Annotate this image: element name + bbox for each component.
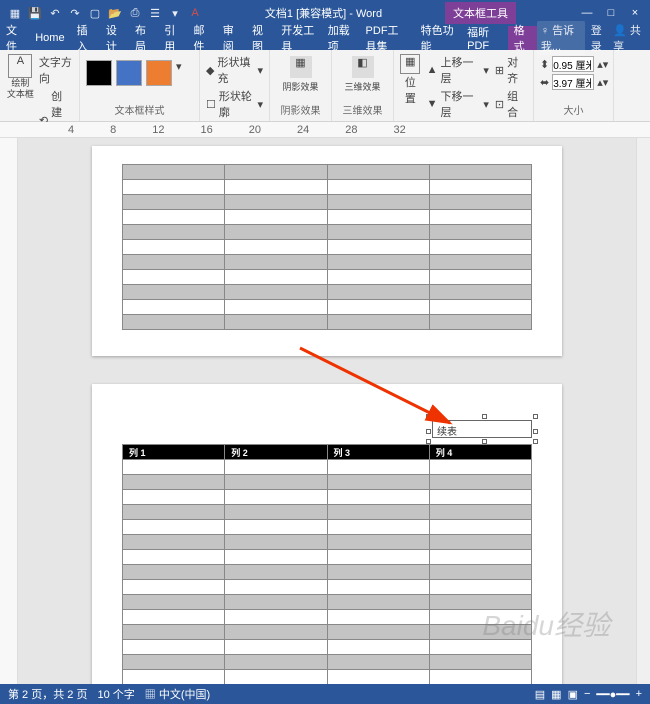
view-web-icon[interactable]: ▣ bbox=[568, 688, 578, 701]
style-swatch-black[interactable] bbox=[86, 60, 112, 86]
status-word-count[interactable]: 10 个字 bbox=[97, 686, 134, 702]
height-input-row: ⬍ ▴▾ bbox=[540, 56, 607, 72]
quick-access-toolbar: ▦ 💾 ↶ ↷ ▢ 📂 ⎙ ☰ ▾ A bbox=[0, 6, 202, 20]
group-button[interactable]: ⊡ 组合 bbox=[495, 88, 527, 120]
vertical-scrollbar[interactable] bbox=[636, 138, 650, 684]
tab-pdf-tools[interactable]: PDF工具集 bbox=[360, 26, 415, 50]
style-swatch-blue[interactable] bbox=[116, 60, 142, 86]
horizontal-ruler[interactable]: 4 8 12 16 20 24 28 32 bbox=[0, 122, 650, 138]
word-icon: ▦ bbox=[8, 6, 22, 20]
table-header: 列 1 bbox=[123, 445, 225, 460]
tab-file[interactable]: 文件 bbox=[0, 26, 29, 50]
status-bar: 第 2 页，共 2 页 10 个字 ▦ 中文(中国) ▤ ▦ ▣ − ━━●━━… bbox=[0, 684, 650, 704]
shape-fill-button[interactable]: ◆ 形状填充 ▾ bbox=[206, 54, 263, 86]
page-1 bbox=[92, 146, 562, 356]
style-gallery-more-icon[interactable]: ▾ bbox=[176, 60, 182, 86]
bring-forward-button[interactable]: ▲ 上移一层 ▾ bbox=[427, 54, 489, 86]
ribbon: A 绘制 文本框 文字方向 ⟲创建链接 文本 ▾ 文本框样式 ◆ 形状填充 ▾ bbox=[0, 50, 650, 122]
group-label-3d: 三维效果 bbox=[338, 102, 387, 117]
tab-foxit-pdf[interactable]: 福昕PDF bbox=[461, 26, 507, 50]
redo-icon[interactable]: ↷ bbox=[68, 6, 82, 20]
group-label-styles: 文本框样式 bbox=[86, 102, 193, 117]
zoom-in-icon[interactable]: + bbox=[636, 688, 642, 700]
group-label-shadow: 阴影效果 bbox=[276, 102, 325, 117]
vertical-ruler[interactable] bbox=[0, 138, 18, 684]
minimize-button[interactable]: — bbox=[576, 7, 598, 19]
width-input-row: ⬌ ▴▾ bbox=[540, 74, 607, 90]
annotation-arrow bbox=[300, 348, 480, 451]
text-direction-button[interactable]: 文字方向 bbox=[39, 54, 73, 86]
send-backward-button[interactable]: ▼ 下移一层 ▾ bbox=[427, 88, 489, 120]
table-page2[interactable]: 列 1 列 2 列 3 列 4 bbox=[122, 444, 532, 684]
document-area: 续表 列 1 列 2 列 3 列 4 bbox=[0, 138, 650, 684]
tab-review[interactable]: 审阅 bbox=[217, 26, 246, 50]
height-stepper-icon[interactable]: ▴▾ bbox=[597, 58, 608, 71]
tab-mailings[interactable]: 邮件 bbox=[188, 26, 217, 50]
3d-effects-button[interactable]: ◧ 三维效果 bbox=[338, 54, 387, 93]
new-icon[interactable]: ▢ bbox=[88, 6, 102, 20]
style-swatch-orange[interactable] bbox=[146, 60, 172, 86]
group-label-size: 大小 bbox=[540, 102, 607, 117]
login-link[interactable]: 登录 bbox=[591, 22, 607, 54]
window-title: 文档1 [兼容模式] - Word bbox=[202, 5, 445, 21]
print-icon[interactable]: ⎙ bbox=[128, 6, 142, 20]
close-button[interactable]: × bbox=[624, 7, 646, 19]
pages-scroll[interactable]: 续表 列 1 列 2 列 3 列 4 bbox=[18, 138, 636, 684]
qat-dropdown-icon[interactable]: ▾ bbox=[168, 6, 182, 20]
maximize-button[interactable]: □ bbox=[600, 7, 622, 19]
undo-icon[interactable]: ↶ bbox=[48, 6, 62, 20]
zoom-slider[interactable]: ━━●━━ bbox=[596, 688, 629, 701]
height-input[interactable] bbox=[552, 56, 594, 72]
height-icon: ⬍ bbox=[540, 58, 549, 71]
tab-features[interactable]: 特色功能 bbox=[415, 26, 461, 50]
tab-insert[interactable]: 插入 bbox=[71, 26, 100, 50]
tab-references[interactable]: 引用 bbox=[158, 26, 187, 50]
status-page[interactable]: 第 2 页，共 2 页 bbox=[8, 686, 87, 702]
width-icon: ⬌ bbox=[540, 76, 549, 89]
align-button[interactable]: ⊞ 对齐 bbox=[495, 54, 527, 86]
save-icon[interactable]: 💾 bbox=[28, 6, 42, 20]
shape-outline-button[interactable]: ☐ 形状轮廓 ▾ bbox=[206, 88, 263, 120]
open-icon[interactable]: 📂 bbox=[108, 6, 122, 20]
status-language[interactable]: ▦ 中文(中国) bbox=[145, 686, 210, 702]
view-read-icon[interactable]: ▤ bbox=[535, 688, 545, 701]
ribbon-tabs: 文件 Home 插入 设计 布局 引用 邮件 审阅 视图 开发工具 加载项 PD… bbox=[0, 26, 650, 50]
tab-home[interactable]: Home bbox=[29, 26, 70, 50]
view-print-icon[interactable]: ▦ bbox=[551, 688, 561, 701]
tab-design[interactable]: 设计 bbox=[100, 26, 129, 50]
table-page1[interactable] bbox=[122, 164, 532, 330]
tab-developer[interactable]: 开发工具 bbox=[275, 26, 321, 50]
tab-view[interactable]: 视图 bbox=[246, 26, 275, 50]
tab-addins[interactable]: 加载项 bbox=[322, 26, 360, 50]
window-controls: — □ × bbox=[576, 7, 650, 19]
tab-format[interactable]: 格式 bbox=[508, 26, 537, 50]
zoom-out-icon[interactable]: − bbox=[584, 688, 590, 700]
width-input[interactable] bbox=[552, 74, 594, 90]
shadow-effects-button[interactable]: ▦ 阴影效果 bbox=[276, 54, 325, 93]
font-color-icon[interactable]: A bbox=[188, 6, 202, 20]
contextual-tab-label: 文本框工具 bbox=[445, 2, 516, 24]
share-button[interactable]: 👤 共享 bbox=[613, 22, 642, 54]
tab-layout[interactable]: 布局 bbox=[129, 26, 158, 50]
width-stepper-icon[interactable]: ▴▾ bbox=[597, 76, 608, 89]
touch-icon[interactable]: ☰ bbox=[148, 6, 162, 20]
tell-me-search[interactable]: ♀ 告诉我... bbox=[537, 21, 585, 55]
